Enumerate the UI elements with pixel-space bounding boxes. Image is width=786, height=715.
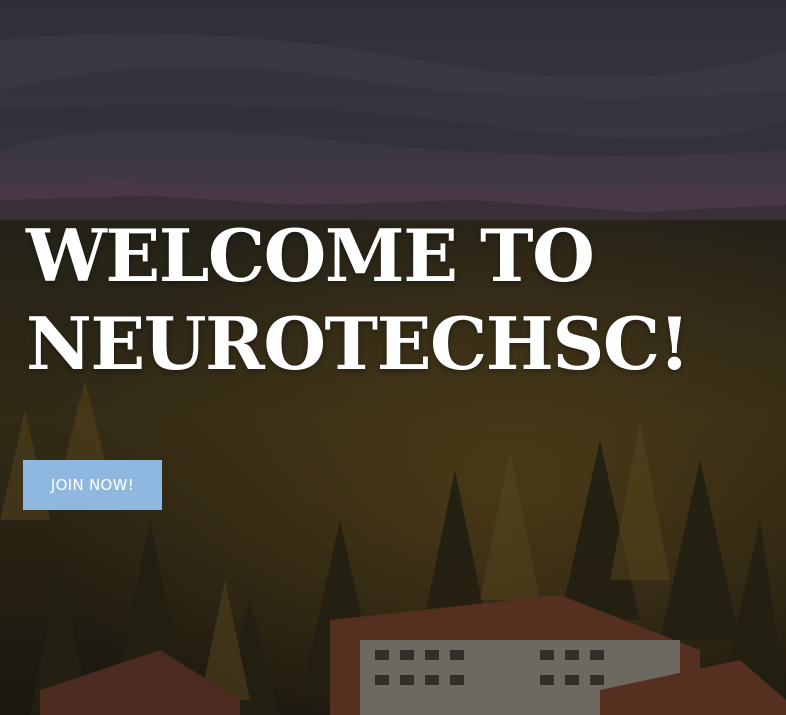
join-now-button[interactable]: JOIN NOW! (23, 460, 162, 510)
hero-title-line-2: NEUROTECHSC! (26, 301, 690, 386)
hero-title: WELCOME TO NEUROTECHSC! (26, 212, 776, 388)
hero-section: WELCOME TO NEUROTECHSC! JOIN NOW! (0, 0, 786, 715)
hero-title-line-1: WELCOME TO (26, 213, 595, 298)
